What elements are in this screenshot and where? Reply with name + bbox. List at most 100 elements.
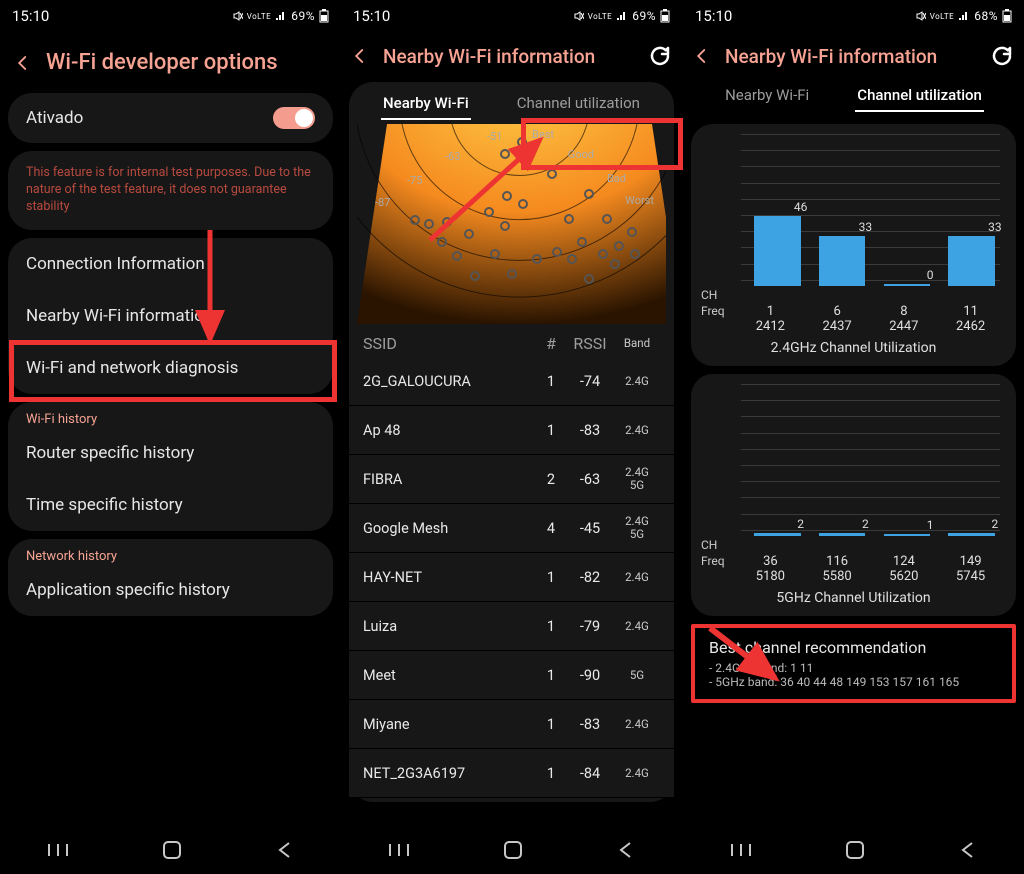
bar-label: 2: [972, 517, 1019, 531]
axis-freq: Freq: [701, 304, 725, 318]
radar-rssi-75: -75: [407, 174, 422, 187]
bar: 33: [819, 236, 866, 286]
rec-line-24: - 2.4GHz band: 1 11: [709, 661, 998, 675]
cell-band: 5G: [614, 669, 660, 682]
table-row[interactable]: HAY-NET1-822.4G: [349, 553, 674, 602]
x-freq: 2447: [871, 319, 938, 334]
refresh-icon[interactable]: [648, 44, 672, 68]
refresh-icon[interactable]: [990, 44, 1014, 68]
back-nav-icon[interactable]: [276, 841, 294, 859]
battery-percent: 68%: [974, 9, 998, 23]
home-icon[interactable]: [162, 840, 182, 860]
header: Nearby Wi-Fi information: [683, 32, 1024, 74]
back-icon[interactable]: [351, 47, 369, 65]
table-row[interactable]: Meet1-905G: [349, 651, 674, 700]
volte-icon: VoLTE: [247, 12, 272, 21]
status-right: VoLTE 68%: [916, 9, 1012, 23]
cell-rssi: -45: [566, 520, 614, 537]
page-title: Nearby Wi-Fi information: [383, 45, 634, 68]
cell-rssi: -83: [566, 422, 614, 439]
tab-nearby-wifi[interactable]: Nearby Wi-Fi: [723, 82, 811, 112]
table-row[interactable]: 2G_GALOUCURA1-742.4G: [349, 357, 674, 406]
cell-count: 1: [536, 716, 566, 733]
screen-channel-util: 15:10 VoLTE 68% Nearby Wi-Fi information…: [683, 0, 1024, 874]
master-toggle-row[interactable]: Ativado: [8, 93, 333, 143]
main-card: Nearby Wi-Fi Channel utilization: [349, 82, 674, 802]
cell-count: 1: [536, 765, 566, 782]
cell-rssi: -83: [566, 716, 614, 733]
table-row[interactable]: Luiza1-792.4G: [349, 602, 674, 651]
recents-icon[interactable]: [388, 842, 410, 858]
x-ch: 11: [937, 304, 1004, 319]
cell-ssid: FIBRA: [363, 471, 536, 488]
recents-icon[interactable]: [47, 842, 69, 858]
home-icon[interactable]: [503, 840, 523, 860]
bar: 46: [754, 216, 801, 286]
table-row[interactable]: FIBRA2-632.4G5G: [349, 455, 674, 504]
status-bar: 15:10 VoLTE 68%: [683, 0, 1024, 32]
status-time: 15:10: [353, 7, 390, 25]
bar-label: 1: [907, 518, 954, 532]
tab-channel-util[interactable]: Channel utilization: [515, 90, 642, 120]
tabs: Nearby Wi-Fi Channel utilization: [349, 82, 674, 124]
chart-24ghz: CH Freq 4633033 16811 2412243724472462 2…: [691, 124, 1016, 366]
nav-bar: [683, 826, 1024, 874]
table-row[interactable]: NET_2G3A61971-842.4G: [349, 749, 674, 798]
x-freq: 2437: [804, 319, 871, 334]
table-row[interactable]: Google Mesh4-452.4G5G: [349, 504, 674, 553]
table-row[interactable]: Ap 481-832.4G: [349, 406, 674, 455]
signal-icon: [275, 11, 287, 21]
bar-label: 0: [907, 268, 954, 282]
back-icon[interactable]: [14, 54, 32, 72]
header: Wi-Fi developer options: [0, 32, 341, 85]
page-title: Nearby Wi-Fi information: [725, 45, 976, 68]
x-ch: 36: [737, 554, 804, 569]
mute-icon: [574, 11, 584, 21]
cell-band: 2.4G: [614, 718, 660, 731]
cell-count: 1: [536, 618, 566, 635]
status-time: 15:10: [695, 7, 732, 25]
toggle-card: Ativado: [8, 93, 333, 143]
home-icon[interactable]: [845, 840, 865, 860]
cell-count: 1: [536, 373, 566, 390]
items-card-1: Connection Information Nearby Wi-Fi info…: [8, 238, 333, 394]
item-time-history[interactable]: Time specific history: [8, 479, 333, 531]
item-app-history[interactable]: Application specific history: [8, 564, 333, 616]
status-right: VoLTE 69%: [574, 9, 670, 23]
x-ch: 124: [871, 554, 938, 569]
item-wifi-diagnosis[interactable]: Wi-Fi and network diagnosis: [8, 342, 333, 394]
table-row[interactable]: Miyane1-832.4G: [349, 700, 674, 749]
cell-rssi: -82: [566, 569, 614, 586]
volte-icon: VoLTE: [588, 12, 613, 21]
back-nav-icon[interactable]: [617, 841, 635, 859]
item-connection-info[interactable]: Connection Information: [8, 238, 333, 290]
chart-title-5: 5GHz Channel Utilization: [697, 590, 1010, 606]
th-count: #: [536, 334, 566, 353]
cell-band: 2.4G5G: [614, 515, 660, 540]
bar: 2: [754, 533, 801, 536]
radar-graphic: [357, 124, 666, 324]
cell-count: 1: [536, 667, 566, 684]
rec-line-5: - 5GHz band: 36 40 44 48 149 153 157 161…: [709, 675, 998, 689]
bar: 33: [948, 236, 995, 286]
battery-percent: 69%: [632, 9, 656, 23]
tab-channel-util[interactable]: Channel utilization: [855, 82, 984, 112]
cell-band: 2.4G: [614, 620, 660, 633]
status-time: 15:10: [12, 7, 49, 25]
rec-title: Best channel recommendation: [709, 638, 998, 657]
back-nav-icon[interactable]: [959, 841, 977, 859]
toggle-switch-on[interactable]: [273, 107, 315, 129]
item-router-history[interactable]: Router specific history: [8, 427, 333, 479]
cell-rssi: -90: [566, 667, 614, 684]
toggle-label: Ativado: [26, 108, 83, 128]
mute-icon: [916, 11, 926, 21]
back-icon[interactable]: [693, 47, 711, 65]
cell-rssi: -79: [566, 618, 614, 635]
table-body: 2G_GALOUCURA1-742.4GAp 481-832.4GFIBRA2-…: [349, 357, 674, 798]
recents-icon[interactable]: [730, 842, 752, 858]
history-card-2: Network history Application specific his…: [8, 539, 333, 616]
tab-nearby-wifi[interactable]: Nearby Wi-Fi: [381, 90, 471, 120]
cell-rssi: -74: [566, 373, 614, 390]
item-nearby-wifi[interactable]: Nearby Wi-Fi information: [8, 290, 333, 342]
x-ch: 8: [871, 304, 938, 319]
